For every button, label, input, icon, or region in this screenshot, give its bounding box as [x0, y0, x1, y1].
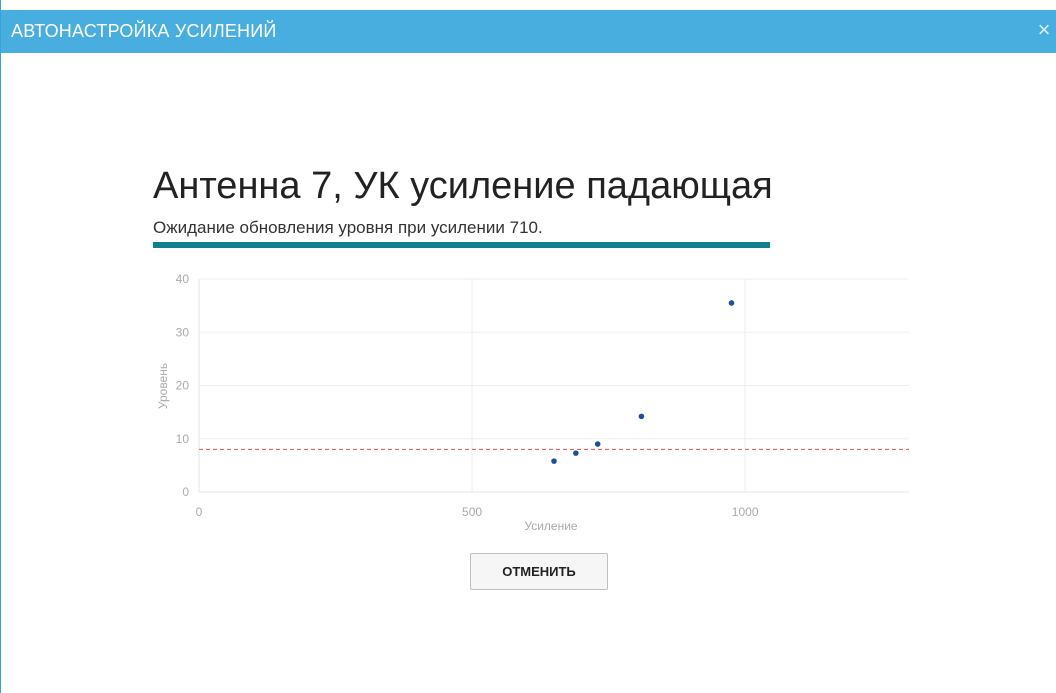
close-icon[interactable]: × — [1033, 17, 1055, 43]
x-tick-label: 0 — [196, 505, 203, 519]
status-text: Ожидание обновления уровня при усилении … — [153, 218, 543, 237]
data-point — [638, 413, 645, 420]
gain-level-chart: 0 10 20 30 40 0 500 1000 Усиление Уровень — [156, 272, 909, 533]
x-axis-label: Усиление — [524, 519, 578, 533]
y-tick-label: 40 — [176, 272, 190, 286]
dialog-title: АВТОНАСТРОЙКА УСИЛЕНИЙ — [11, 21, 277, 41]
chart-points — [551, 300, 735, 464]
x-tick-label: 1000 — [732, 505, 759, 519]
autotune-dialog: АВТОНАСТРОЙКА УСИЛЕНИЙ × Антенна 7, УК у… — [0, 0, 1056, 693]
y-axis-label: Уровень — [156, 363, 170, 409]
y-tick-label: 10 — [176, 432, 190, 446]
progress-bar-fill — [153, 242, 770, 248]
dialog-titlebar: АВТОНАСТРОЙКА УСИЛЕНИЙ × — [1, 10, 1056, 53]
page-title: Антенна 7, УК усиление падающая — [153, 165, 773, 207]
y-tick-label: 30 — [176, 325, 190, 339]
x-tick-label: 500 — [462, 505, 482, 519]
data-point — [573, 450, 579, 456]
cancel-button[interactable]: ОТМЕНИТЬ — [470, 553, 608, 590]
data-point — [594, 441, 601, 447]
y-tick-label: 0 — [182, 485, 189, 499]
data-point — [551, 458, 557, 464]
progress-bar — [153, 242, 770, 248]
data-point — [728, 300, 735, 306]
chart-ticks: 0 10 20 30 40 0 500 1000 — [176, 272, 759, 519]
y-tick-label: 20 — [176, 379, 190, 393]
